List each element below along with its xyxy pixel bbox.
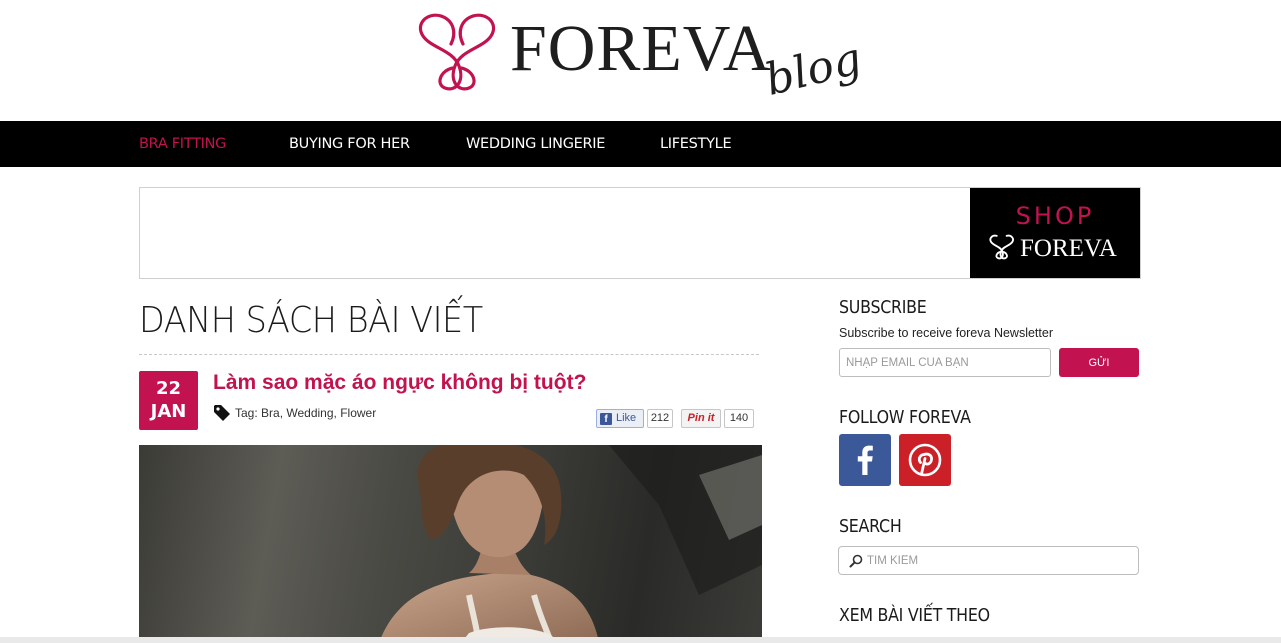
facebook-icon: [857, 445, 873, 475]
pin-it-button[interactable]: Pin it: [681, 409, 721, 428]
tag-link-bra[interactable]: Bra: [261, 406, 280, 420]
subscribe-heading: SUBSCRIBE: [839, 297, 927, 318]
nav-item-wedding-lingerie[interactable]: WEDDING LINGERIE: [466, 136, 605, 152]
shop-brand-text: FOREVA: [1020, 235, 1117, 262]
brand-wordmark: FOREVA: [510, 12, 772, 85]
tag-link-wedding[interactable]: Wedding: [286, 406, 333, 420]
search-heading: SEARCH: [839, 516, 902, 537]
facebook-icon: f: [600, 413, 612, 425]
tag-prefix: Tag:: [235, 406, 262, 420]
like-label: Like: [616, 412, 637, 424]
page-title: DANH SÁCH BÀI VIẾT: [139, 300, 483, 341]
site-header: FOREVA blog: [0, 0, 1281, 121]
shop-label: SHOP: [1015, 202, 1095, 230]
title-divider: [139, 354, 759, 355]
pin-count: 140: [724, 409, 754, 428]
search-box: [838, 546, 1139, 575]
post-featured-image[interactable]: [139, 445, 762, 643]
pinterest-icon: [908, 443, 942, 477]
nav-item-lifestyle[interactable]: LIFESTYLE: [660, 136, 732, 152]
email-input[interactable]: [839, 348, 1051, 377]
model-photo: [379, 445, 762, 643]
foreva-blog-logo[interactable]: FOREVA blog: [413, 8, 873, 108]
shop-brand: FOREVA: [988, 234, 1138, 263]
ad-banner: SHOP FOREVA: [139, 187, 1141, 279]
tag-icon: [214, 405, 230, 421]
browse-by-heading: XEM BÀI VIẾT THEO: [839, 605, 990, 626]
post-date-day: 22: [155, 378, 182, 399]
search-input[interactable]: [867, 550, 1127, 571]
foreva-monogram-icon: [418, 13, 496, 91]
main-nav: BRA FITTING BUYING FOR HER WEDDING LINGE…: [0, 121, 1281, 167]
post-date-badge: 22 JAN: [139, 371, 198, 430]
foreva-monogram-icon: [989, 234, 1014, 260]
subscribe-description: Subscribe to receive foreva Newsletter: [839, 326, 1053, 340]
horizontal-scrollbar[interactable]: [0, 637, 1281, 643]
post-title-link[interactable]: Làm sao mặc áo ngực không bị tuột?: [213, 371, 586, 395]
like-count: 212: [647, 409, 673, 428]
subscribe-send-button[interactable]: GỬI: [1059, 348, 1139, 377]
pinterest-follow-button[interactable]: [899, 434, 951, 486]
facebook-follow-button[interactable]: [839, 434, 891, 486]
post-date-month: JAN: [150, 401, 187, 422]
post-tags: Tag: Bra, Wedding, Flower: [213, 404, 376, 422]
nav-item-bra-fitting[interactable]: BRA FITTING: [139, 136, 226, 152]
follow-heading: FOLLOW FOREVA: [839, 407, 971, 428]
facebook-like-button[interactable]: f Like: [596, 409, 644, 428]
brand-script: blog: [760, 33, 867, 106]
search-icon: [849, 554, 863, 568]
shop-foreva-button[interactable]: SHOP FOREVA: [970, 188, 1140, 278]
tag-link-flower[interactable]: Flower: [340, 406, 376, 420]
nav-item-buying-for-her[interactable]: BUYING FOR HER: [289, 136, 410, 152]
